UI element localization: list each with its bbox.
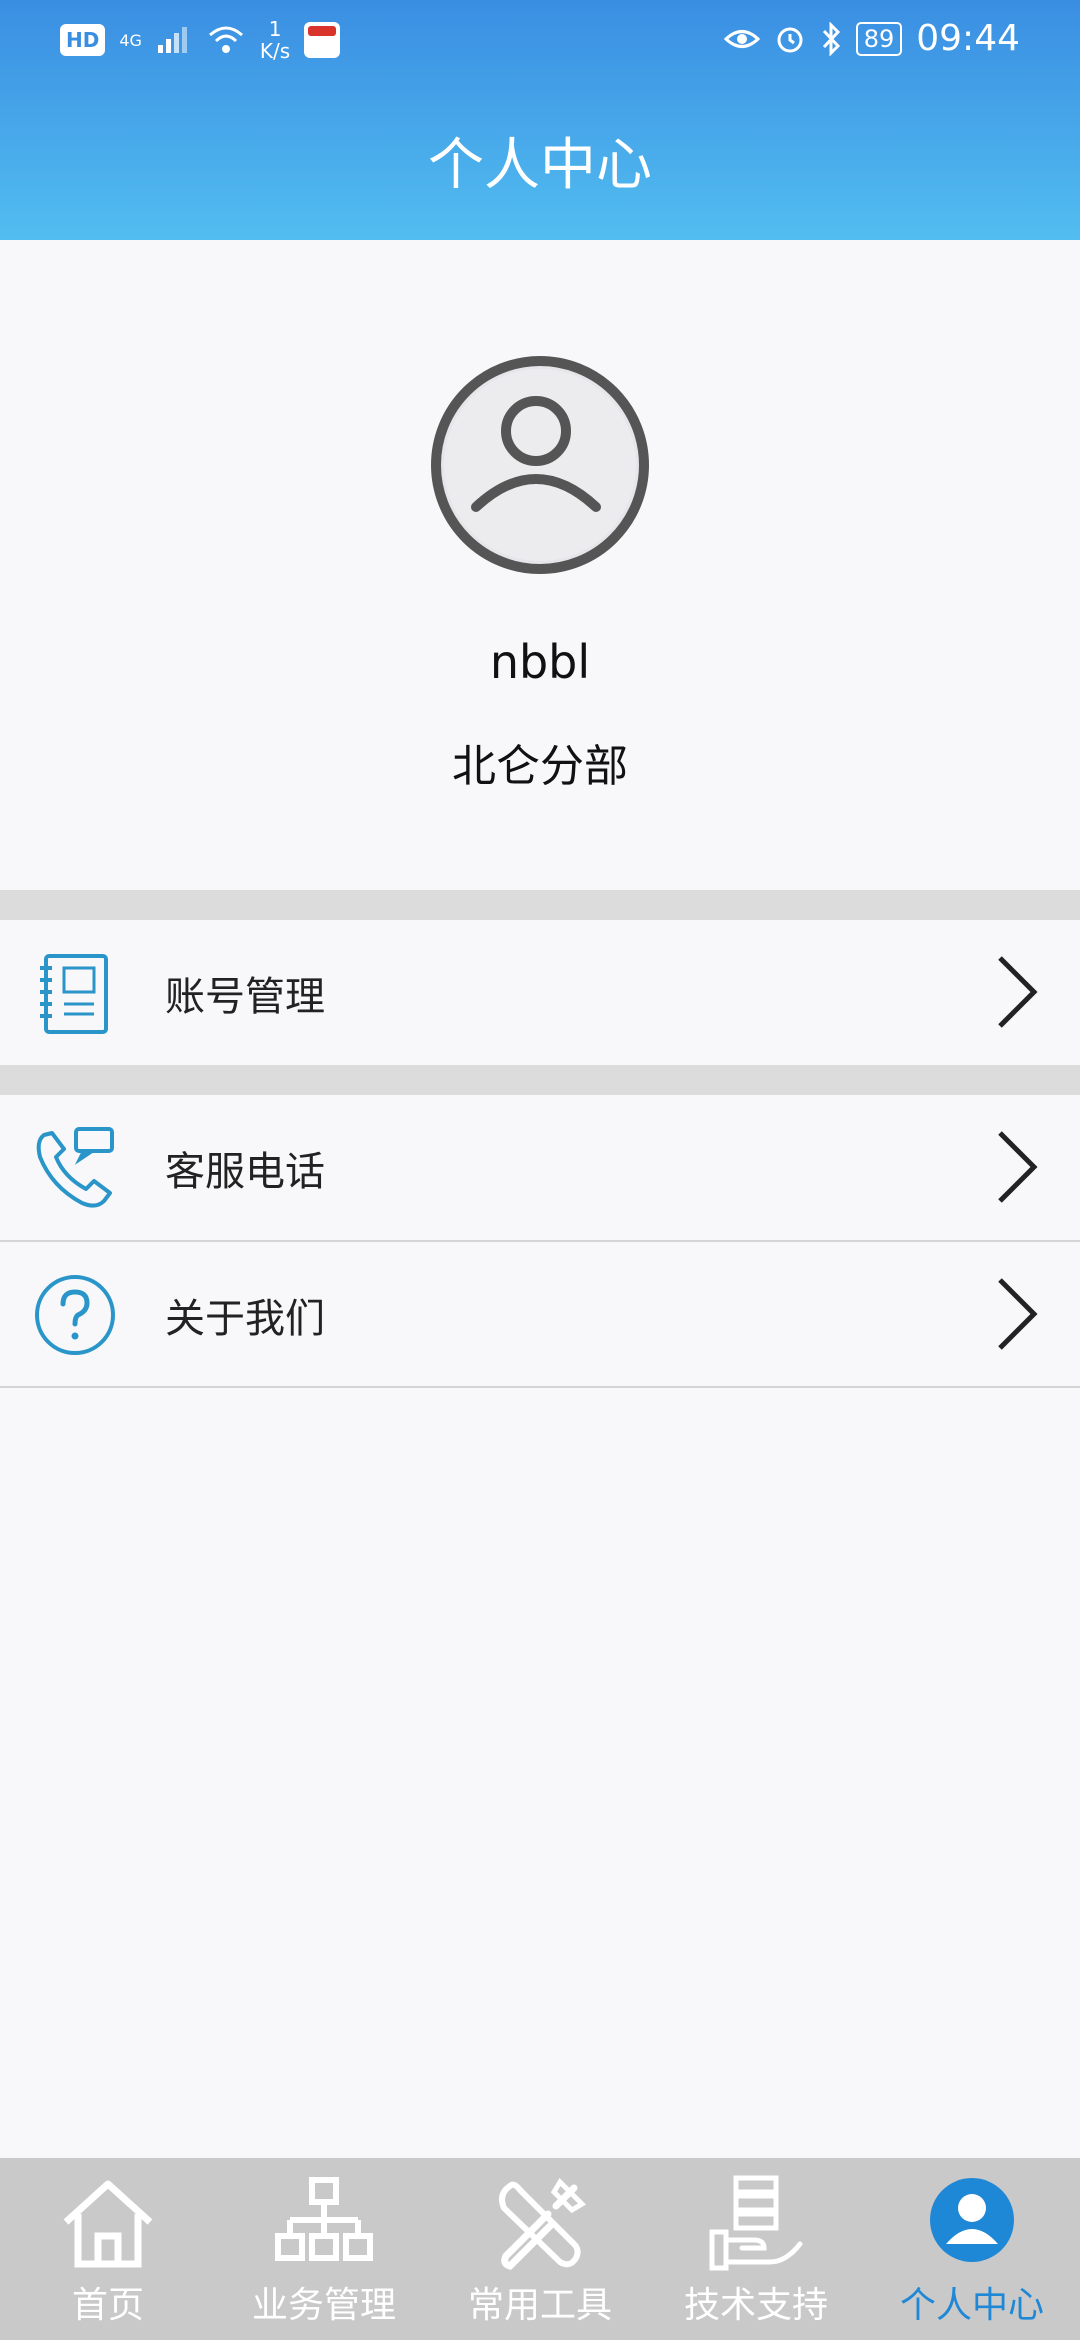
org-chart-icon xyxy=(275,2177,373,2261)
calendar-app-icon xyxy=(304,22,341,58)
tab-home[interactable]: 首页 xyxy=(0,2158,216,2340)
menu-item-label: 客服电话 xyxy=(165,1149,325,1195)
divider xyxy=(0,1386,1080,1388)
network-type: 4G xyxy=(119,30,142,50)
tab-label: 首页 xyxy=(71,2285,144,2326)
section-divider xyxy=(0,890,1080,920)
tab-label: 个人中心 xyxy=(899,2285,1044,2326)
section-divider xyxy=(0,1065,1080,1095)
wifi-icon xyxy=(208,26,243,53)
chevron-right-icon xyxy=(998,1278,1038,1350)
tab-label: 业务管理 xyxy=(251,2285,396,2326)
phone-chat-icon xyxy=(36,1127,114,1208)
network-speed: 1 K/s xyxy=(259,17,291,63)
page-title: 个人中心 xyxy=(428,133,652,198)
header: HD 4G 1 K/s 89 09:44 个人中心 xyxy=(0,0,1080,240)
tools-icon xyxy=(499,2177,587,2270)
battery-level: 89 xyxy=(855,21,903,56)
status-bar: HD 4G 1 K/s 89 09:44 xyxy=(0,0,1080,80)
clock: 09:44 xyxy=(916,18,1020,59)
hd-badge: HD xyxy=(60,24,106,56)
tab-tech-support[interactable]: 技术支持 xyxy=(648,2158,864,2340)
user-circle-icon xyxy=(930,2178,1014,2262)
department: 北仑分部 xyxy=(452,741,628,792)
bluetooth-icon xyxy=(822,21,840,56)
eye-icon xyxy=(723,29,760,48)
tab-personal-center[interactable]: 个人中心 xyxy=(864,2158,1080,2340)
alarm-icon xyxy=(777,27,803,52)
tab-label: 常用工具 xyxy=(467,2285,612,2326)
chevron-right-icon xyxy=(998,1131,1038,1203)
tab-business-management[interactable]: 业务管理 xyxy=(216,2158,432,2340)
chevron-right-icon xyxy=(998,956,1038,1028)
notebook-icon xyxy=(40,954,108,1034)
username: nbbl xyxy=(489,635,591,689)
home-icon xyxy=(63,2180,153,2268)
server-hand-icon xyxy=(709,2175,803,2271)
menu-item-label: 关于我们 xyxy=(165,1296,325,1342)
question-icon xyxy=(35,1275,115,1355)
menu-item-service-phone[interactable]: 客服电话 xyxy=(0,1095,1080,1240)
menu-item-about-us[interactable]: 关于我们 xyxy=(0,1242,1080,1387)
signal-icon xyxy=(157,27,187,53)
tab-common-tools[interactable]: 常用工具 xyxy=(432,2158,648,2340)
menu-item-label: 账号管理 xyxy=(165,974,325,1020)
bottom-tab-bar: 首页 业务管理 常用工具 技术支持 个人中心 xyxy=(0,2158,1080,2340)
profile-section: nbbl 北仑分部 xyxy=(0,240,1080,890)
tab-label: 技术支持 xyxy=(683,2285,828,2326)
avatar[interactable] xyxy=(430,355,650,575)
menu-item-account[interactable]: 账号管理 xyxy=(0,920,1080,1065)
